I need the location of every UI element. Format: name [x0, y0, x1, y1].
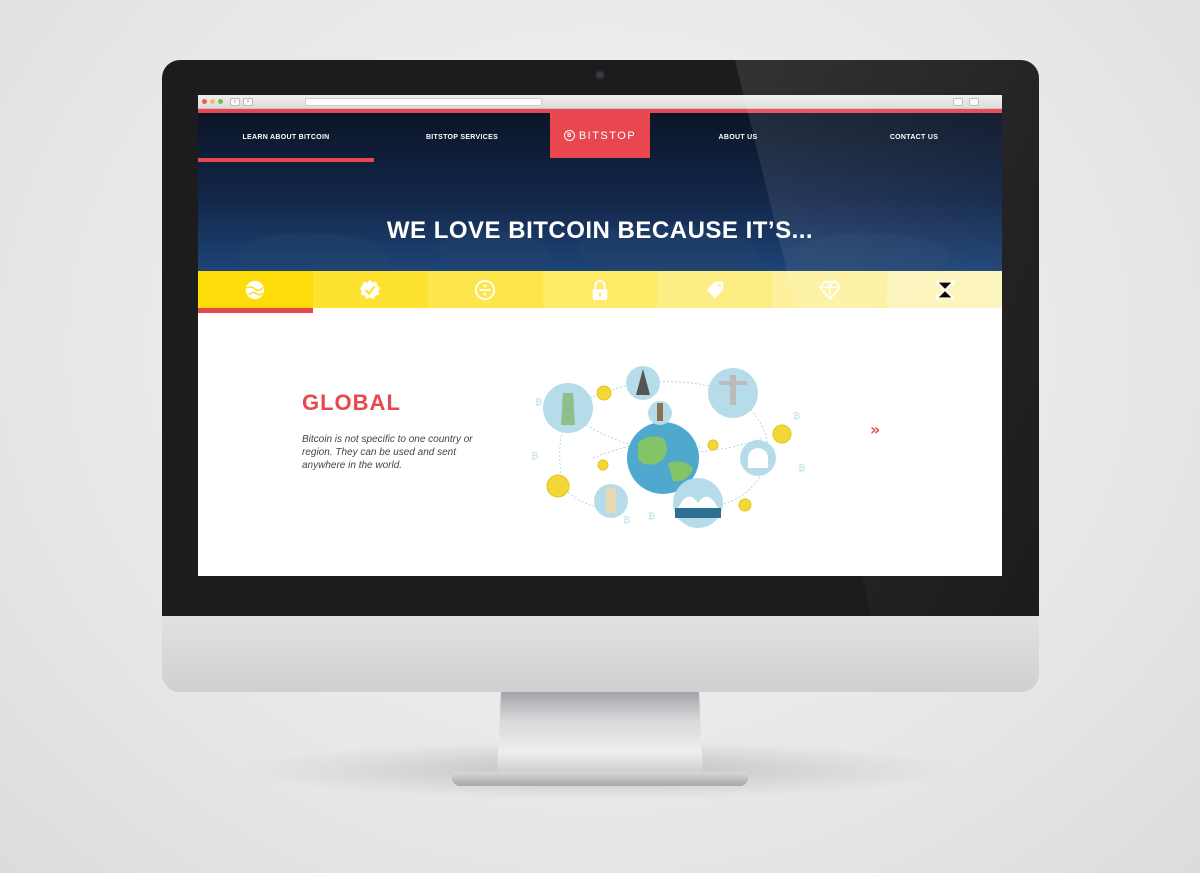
nav-learn-about-bitcoin[interactable]: LEARN ABOUT BITCOIN — [198, 113, 374, 162]
screen: ‹ › LEARN ABOUT BITCOIN BITSTOP SERVICES… — [198, 95, 1002, 576]
forward-button[interactable]: › — [243, 97, 253, 106]
section-description: Bitcoin is not specific to one country o… — [302, 434, 473, 471]
logo-text: BITSTOP — [578, 129, 637, 142]
address-bar[interactable] — [305, 98, 542, 106]
bitcoin-logo-icon: B — [563, 130, 575, 141]
svg-text:₿: ₿ — [623, 515, 630, 526]
camera-icon — [595, 70, 605, 80]
zoom-window-button[interactable] — [218, 99, 223, 104]
tabs-button[interactable] — [969, 98, 979, 106]
divide-icon — [475, 279, 496, 300]
share-button[interactable] — [953, 98, 963, 106]
minimize-window-button[interactable] — [210, 99, 215, 104]
hero-title: WE LOVE BITCOIN BECAUSE IT’S... — [386, 217, 814, 244]
feature-tab-decentralized[interactable] — [887, 271, 1002, 308]
content-panel: GLOBAL Bitcoin is not specific to one co… — [198, 308, 1002, 571]
feature-tab-cheap[interactable] — [657, 271, 773, 308]
svg-text:₿: ₿ — [793, 411, 800, 422]
monitor-stand-foot — [452, 772, 748, 786]
svg-text:₿: ₿ — [535, 397, 542, 408]
nav-about-us[interactable]: ABOUT US — [650, 113, 826, 162]
hero: LEARN ABOUT BITCOIN BITSTOP SERVICES B B… — [198, 113, 1002, 271]
feature-tab-verified[interactable] — [312, 271, 428, 308]
global-illustration: ₿ ₿ ₿ ₿ ₿ ₿ — [531, 366, 805, 528]
svg-text:₿: ₿ — [798, 463, 805, 474]
next-arrow-button[interactable]: » — [870, 420, 880, 439]
section-title: GLOBAL — [302, 390, 401, 415]
nav-contact-us[interactable]: CONTACT US — [826, 113, 1002, 162]
feature-tab-global[interactable] — [198, 271, 313, 313]
checkmark-badge-icon — [360, 279, 381, 299]
feature-tabs — [198, 271, 1002, 313]
close-window-button[interactable] — [202, 99, 207, 104]
diamond-icon — [818, 280, 841, 300]
svg-text:₿: ₿ — [648, 511, 655, 522]
padlock-icon — [592, 279, 608, 300]
feature-tab-divisible[interactable] — [427, 271, 543, 308]
svg-text:₿: ₿ — [531, 451, 538, 462]
feature-tab-secure[interactable] — [542, 271, 658, 308]
feature-tab-valuable[interactable] — [772, 271, 888, 308]
monitor-chin — [162, 608, 1039, 692]
price-tag-icon — [706, 281, 724, 298]
main-nav: LEARN ABOUT BITCOIN BITSTOP SERVICES B B… — [198, 113, 1002, 162]
nav-bitstop-services[interactable]: BITSTOP SERVICES — [374, 113, 550, 162]
globe-icon — [246, 280, 265, 299]
monitor-stand — [497, 690, 703, 778]
back-button[interactable]: ‹ — [230, 97, 240, 106]
network-icon — [934, 279, 955, 300]
bitstop-logo[interactable]: B BITSTOP — [550, 113, 650, 158]
browser-toolbar: ‹ › — [198, 95, 1002, 109]
